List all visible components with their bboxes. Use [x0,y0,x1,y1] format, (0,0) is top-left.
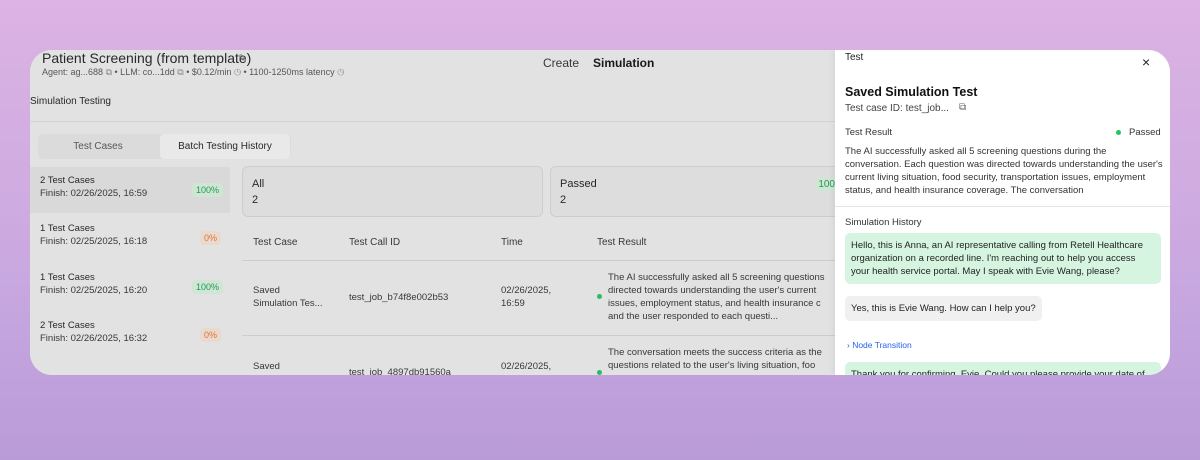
stat-value: 2 [252,194,259,206]
user-message: Yes, this is Evie Wang. How can I help y… [845,296,1042,321]
call-id-cell: test_job_4897db91560a [349,367,451,375]
cell-line: The AI successfully asked all 5 screenin… [608,272,825,283]
status-badge: Passed [1129,127,1161,138]
divider [30,121,835,122]
history-item[interactable]: 2 Test Cases Finish: 02/26/2025, 16:32 0… [30,312,230,358]
close-icon[interactable]: × [1142,54,1150,70]
history-item[interactable]: 2 Test Cases Finish: 02/26/2025, 16:59 1… [30,167,230,213]
test-result-label: Test Result [845,127,892,138]
stat-label: Passed [560,178,597,190]
time-cell: 02/26/2025, 16:59 [501,284,551,310]
cell-line: and the user responded to each questi... [608,311,779,322]
percent-badge: 0% [200,328,222,342]
copy-icon[interactable]: ⧉ [959,102,966,113]
agent-message: Hello, this is Anna, an AI representativ… [845,233,1161,284]
main-app-area: Patient Screening (from template) ✎ Agen… [30,50,837,375]
cell-line: Saved [253,285,280,296]
history-title: 1 Test Cases [40,223,95,234]
col-test-case: Test Case [253,237,298,248]
percent-badge: 100% [192,183,224,197]
clock-icon: ◷ [337,67,345,77]
cell-line: 16:59 [501,298,525,309]
cell-line: The conversation meets the success crite… [608,347,822,358]
node-transition-link[interactable]: › Node Transition [847,340,912,350]
percent-badge: 100% [192,280,224,294]
simulation-history-label: Simulation History [845,217,922,228]
panel-title: Saved Simulation Test [845,85,978,99]
status-dot [1116,130,1121,135]
time-cell: 02/26/2025, [501,361,552,372]
tab-test-cases[interactable]: Test Cases [38,134,158,159]
status-dot [597,294,602,299]
nav-simulation[interactable]: Simulation [593,56,654,70]
tab-batch-testing-history[interactable]: Batch Testing History [160,134,290,159]
history-finish: Finish: 02/26/2025, 16:59 [40,188,148,199]
test-result-text: The AI successfully asked all 5 screenin… [845,146,1163,196]
history-title: 2 Test Cases [40,175,95,186]
test-case-cell: Saved Simulation Tes... [253,284,323,310]
cell-line: questions related to the user's living s… [608,360,816,371]
cell-line: directed towards understanding the user'… [608,285,817,296]
result-cell: The conversation meets the success crite… [608,346,835,372]
tab-bar: Test Cases Batch Testing History [38,134,291,159]
agent-meta: Agent: ag...688 ⧉ • LLM: co...1dd ⧉ • $0… [42,67,344,78]
history-item[interactable]: 1 Test Cases Finish: 02/25/2025, 16:18 0… [30,215,230,261]
pencil-icon[interactable]: ✎ [238,52,247,65]
percent-badge: 100 [816,178,837,191]
stat-value: 2 [560,194,567,206]
copy-icon[interactable]: ⧉ [106,67,112,77]
col-time: Time [501,237,523,248]
agent-message: Thank you for confirming, Evie. Could yo… [845,362,1161,375]
agent-id: Agent: ag...688 [42,67,104,77]
history-title: 2 Test Cases [40,320,95,331]
percent-badge: 0% [200,231,222,245]
history-finish: Finish: 02/25/2025, 16:18 [40,236,148,247]
call-id-cell: test_job_b74f8e002b53 [349,292,449,303]
stat-all[interactable]: All 2 [242,166,543,217]
result-cell: The AI successfully asked all 5 screenin… [608,271,835,323]
test-detail-panel: Test × Saved Simulation Test Test case I… [835,50,1170,375]
row-divider [242,260,835,261]
divider [835,206,1170,207]
latency: • 1100-1250ms latency [243,67,335,77]
test-case-id: Test case ID: test_job... [845,103,949,114]
history-finish: Finish: 02/26/2025, 16:32 [40,333,148,344]
cell-line: 02/26/2025, [501,285,552,296]
nav-create[interactable]: Create [543,56,579,70]
copy-icon[interactable]: ⧉ [177,67,183,77]
stat-label: All [252,178,265,190]
col-test-call-id: Test Call ID [349,237,401,248]
clock-icon: ◷ [233,67,242,77]
test-case-cell: Saved [253,361,280,372]
section-title: Simulation Testing [30,96,111,107]
llm-id: • LLM: co...1dd [114,67,175,77]
history-item[interactable]: 1 Test Cases Finish: 02/25/2025, 16:20 1… [30,264,230,310]
cell-line: Simulation Tes... [253,298,323,309]
price: • $0.12/min [186,67,232,77]
status-dot [597,370,602,375]
col-test-result: Test Result [597,237,647,248]
page-title: Patient Screening (from template) [42,50,252,66]
history-title: 1 Test Cases [40,272,95,283]
row-divider [242,335,835,336]
cell-line: issues, employment status, and health in… [608,298,821,309]
app-window: Patient Screening (from template) ✎ Agen… [30,50,1170,375]
stat-passed[interactable]: Passed 2 100 [550,166,837,217]
history-finish: Finish: 02/25/2025, 16:20 [40,285,148,296]
panel-header: Test [845,52,864,63]
